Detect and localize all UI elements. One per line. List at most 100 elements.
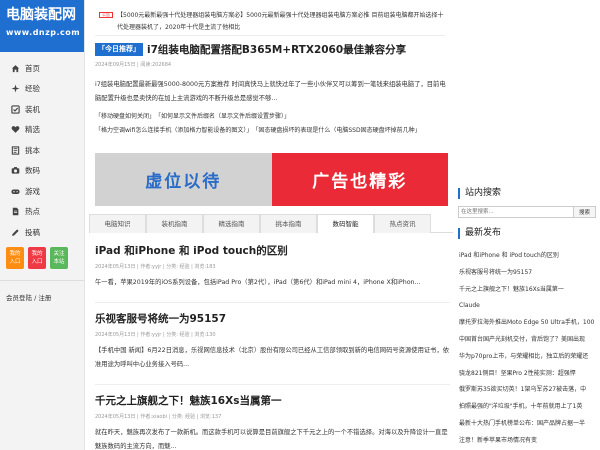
button-label-line1: 我的: [9, 250, 21, 257]
nav-item-submit[interactable]: 投稿: [0, 222, 84, 243]
tab-digital-smart[interactable]: 数码智能: [317, 214, 374, 233]
gamepad-icon: [11, 187, 20, 196]
button-label-line2: 入口: [9, 258, 21, 265]
search-button[interactable]: 搜索: [574, 206, 596, 218]
latest-list: iPad 和iPhone 和 iPod touch的区别 乐视客服号将统一为95…: [459, 248, 600, 450]
article-title[interactable]: 千元之上旗舰之下！魅族16Xs当属第一: [95, 395, 281, 407]
sidebar: 电脑装配网 www.dnzp.com 首页 经验 装机 精选 挑本 数码 游戏 …: [0, 0, 85, 450]
tab-computer-knowledge[interactable]: 电脑知识: [89, 214, 146, 233]
latest-section-title: 最新发布: [458, 228, 501, 239]
list-item[interactable]: 乐视客服号将统一为95157: [459, 265, 600, 282]
nav-label: 游戏: [25, 186, 40, 196]
list-item[interactable]: 最新十大热门手机榜单公布：国产品牌占据一半: [459, 416, 600, 433]
notice-bar: 公告 【5000元最新最强十代处理器组装电脑方案必】5000元最新最强十代处理器…: [95, 8, 445, 36]
logo-url: www.dnzp.com: [6, 28, 81, 37]
list-item[interactable]: 拍照最强的"洋垃圾"手机，十年前就用上了1英: [459, 399, 600, 416]
nav-item-games[interactable]: 游戏: [0, 181, 84, 202]
my-entry-button-2[interactable]: 我的 入口: [28, 246, 46, 269]
related-link[interactable]: 「移动硬盘如何关闭」: [95, 110, 155, 124]
ad-banner[interactable]: 虚位以待 广告也精彩: [95, 153, 448, 206]
my-entry-button[interactable]: 我的 入口: [6, 246, 24, 269]
list-item[interactable]: 注意！新季苹果市场情况有变: [459, 433, 600, 450]
main-content: 公告 【5000元最新最强十代处理器组装电脑方案必】5000元最新最强十代处理器…: [85, 0, 453, 450]
nav-label: 精选: [25, 125, 40, 135]
nav-label: 首页: [25, 63, 40, 73]
tab-hot-news[interactable]: 热点资讯: [374, 214, 431, 233]
list-item[interactable]: 俄罗斯苏35欲买切英！1架乌军苏27被击落，中: [459, 382, 600, 399]
heart-icon: [11, 125, 20, 134]
recommend-summary: i7组装电脑配置最新最强5000-8000元方案推荐 时间真快马上就快过年了一些…: [95, 81, 446, 102]
main-nav: 首页 经验 装机 精选 挑本 数码 游戏 热点 投稿: [0, 58, 84, 243]
article-divider: [95, 302, 450, 303]
related-links-row: 「移动硬盘如何关闭」 「如何显示文件后缀名（显示文件后缀设置步骤）」: [95, 110, 453, 124]
article-item: 乐视客服号将统一为95157 2024年05月13日 | 作者:yyjr | 分…: [95, 312, 450, 372]
article-divider: [95, 384, 450, 385]
list-item[interactable]: 华为p70pro上市，与荣耀相比，独立后的荣耀还: [459, 349, 600, 366]
site-logo[interactable]: 电脑装配网 www.dnzp.com: [0, 0, 84, 52]
nav-item-featured[interactable]: 精选: [0, 120, 84, 141]
sidebar-divider: [0, 280, 85, 281]
list-item[interactable]: 骁龙821侧目！坚果Pro 2性能实测：超强悍: [459, 366, 600, 383]
nav-item-laptops[interactable]: 挑本: [0, 140, 84, 161]
related-link[interactable]: 「格力空调wifi怎么连接手机（添加格力智能设备的图文）」: [95, 124, 252, 138]
list-item[interactable]: 摩托罗拉海外推出Moto Edge 50 Ultra手机，100: [459, 315, 600, 332]
nav-item-build[interactable]: 装机: [0, 99, 84, 120]
book-icon: [11, 146, 20, 155]
button-label-line2: 本站: [53, 258, 65, 265]
related-links-row: 「格力空调wifi怎么连接手机（添加格力智能设备的图文）」 「固态硬盘损坏的表现…: [95, 124, 453, 138]
tab-build-guide[interactable]: 装机指南: [146, 214, 203, 233]
article-item: 千元之上旗舰之下！魅族16Xs当属第一 2024年05月13日 | 作者:xia…: [95, 394, 450, 450]
nav-item-experience[interactable]: 经验: [0, 79, 84, 100]
camera-icon: [11, 166, 20, 175]
related-link[interactable]: 「如何显示文件后缀名（显示文件后缀设置步骤）」: [155, 110, 290, 124]
article-meta: 2024年05月13日 | 作者:xiaobi | 分类: 经验 | 浏览:13…: [95, 414, 222, 420]
tab-laptop-guide[interactable]: 挑本指南: [260, 214, 317, 233]
list-item[interactable]: iPad 和iPhone 和 iPod touch的区别: [459, 248, 600, 265]
category-tabs: 电脑知识 装机指南 精选指南 挑本指南 数码智能 热点资讯: [89, 214, 453, 233]
article-meta: 2024年05月13日 | 作者:yyjr | 分类: 经验 | 浏览:130: [95, 332, 216, 338]
notice-text[interactable]: 【5000元最新最强十代处理器组装电脑方案必】5000元最新最强十代处理器组装电…: [117, 10, 447, 34]
list-item[interactable]: 中国首台国产光刻机交付，背后饱了？美国出现: [459, 332, 600, 349]
notice-badge: 公告: [99, 12, 113, 18]
recommend-badge: 「今日推荐」: [95, 42, 143, 56]
nav-label: 数码: [25, 166, 40, 176]
nav-item-home[interactable]: 首页: [0, 58, 84, 79]
article-summary: 午一看，苹果2019年的iOS系列设备，包括iPad Pro（第2代），iPad…: [95, 279, 421, 286]
pencil-icon: [11, 228, 20, 237]
ad-slot-left[interactable]: 虚位以待: [95, 153, 272, 206]
home-icon: [11, 64, 20, 73]
recommend-title[interactable]: i7组装电脑配置搭配B365M+RTX2060最佳兼容分享: [147, 42, 406, 57]
related-link[interactable]: 「固态硬盘损坏的表现是什么（电脑SSD固态硬盘坏掉前几种」: [252, 124, 420, 138]
follow-site-button[interactable]: 关注 本站: [50, 246, 68, 269]
nav-label: 挑本: [25, 145, 40, 155]
article-title[interactable]: 乐视客服号将统一为95157: [95, 313, 226, 325]
nav-item-digital[interactable]: 数码: [0, 161, 84, 182]
button-label-line2: 入口: [31, 258, 43, 265]
side-quick-buttons: 我的 入口 我的 入口 关注 本站: [0, 246, 84, 269]
nav-item-hot[interactable]: 热点: [0, 202, 84, 223]
recommend-related-links: 「移动硬盘如何关闭」 「如何显示文件后缀名（显示文件后缀设置步骤）」 「格力空调…: [95, 110, 453, 138]
article-item: iPad 和iPhone 和 iPod touch的区别 2024年05月13日…: [95, 244, 450, 290]
recommend-meta: 2024年09月15日 | 阅读:202684: [95, 62, 172, 68]
right-sidebar: 站内搜索 搜索 最新发布 iPad 和iPhone 和 iPod touch的区…: [453, 0, 600, 450]
article-title[interactable]: iPad 和iPhone 和 iPod touch的区别: [95, 245, 288, 257]
checkbox-icon: [11, 105, 20, 114]
logo-name: 电脑装配网: [6, 7, 76, 23]
search-box: 搜索: [458, 206, 597, 218]
nav-label: 装机: [25, 104, 40, 114]
nav-label: 热点: [25, 207, 40, 217]
nav-label: 经验: [25, 84, 40, 94]
ad-slot-right[interactable]: 广告也精彩: [271, 153, 448, 206]
nav-label: 投稿: [25, 227, 40, 237]
article-summary: 【手机中国 新闻】6月22日消息，乐视网信息技术（北京）股份有限公司已经从工信部…: [95, 347, 450, 368]
search-section-title: 站内搜索: [458, 188, 501, 199]
tab-featured-guide[interactable]: 精选指南: [203, 214, 260, 233]
list-item[interactable]: Claude: [459, 298, 600, 315]
sparkle-icon: [11, 84, 20, 93]
search-input[interactable]: [458, 206, 574, 218]
list-item[interactable]: 千元之上旗舰之下！魅族16Xs当属第一: [459, 282, 600, 299]
button-label-line1: 我的: [31, 250, 43, 257]
button-label-line1: 关注: [53, 250, 65, 257]
member-login-link[interactable]: 会员登陆 / 注册: [6, 292, 51, 302]
article-meta: 2024年05月13日 | 作者:yyjr | 分类: 经验 | 浏览:183: [95, 264, 216, 270]
